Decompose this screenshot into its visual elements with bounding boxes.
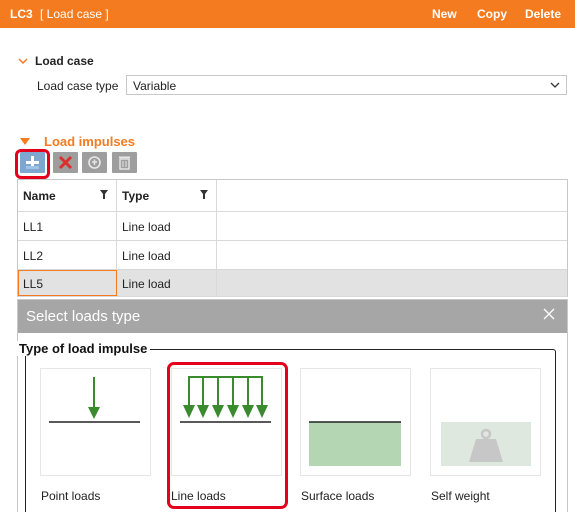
column-header-label: Name — [23, 189, 56, 203]
self-weight-label: Self weight — [431, 489, 490, 503]
table-row[interactable]: LL2 Line load — [18, 241, 567, 270]
new-button[interactable]: New — [432, 7, 457, 21]
dialog-title: Select loads type — [26, 308, 141, 325]
header-bar: LC3 [ Load case ] New Copy Delete — [0, 0, 575, 28]
surface-loads-option[interactable] — [300, 368, 411, 476]
column-header-type[interactable]: Type — [117, 180, 217, 211]
cell-text: Line load — [122, 277, 171, 291]
table-header-row: Name Type — [18, 180, 567, 212]
trash-icon — [119, 156, 130, 170]
load-case-id: LC3 — [10, 7, 33, 21]
load-case-title: Load case — [35, 54, 94, 68]
copy-impulse-button[interactable] — [82, 152, 107, 173]
cell-name: LL2 — [18, 241, 117, 269]
cell-type: Line load — [117, 212, 217, 240]
delete-impulse-button[interactable] — [112, 152, 137, 173]
chevron-down-icon — [18, 58, 28, 65]
cell-text: LL5 — [23, 277, 44, 291]
load-case-type-value: Variable — [133, 79, 177, 93]
copy-button[interactable]: Copy — [477, 7, 507, 21]
copy-icon — [88, 156, 101, 169]
filter-icon[interactable] — [200, 190, 208, 199]
add-button-highlight — [15, 149, 50, 179]
weight-icon — [441, 422, 531, 466]
cell-name: LL5 — [18, 270, 117, 296]
point-load-icon — [49, 377, 140, 423]
table-row-selected[interactable]: LL5 Line load — [18, 270, 567, 297]
load-impulses-title: Load impulses — [44, 134, 136, 149]
point-loads-label: Point loads — [41, 489, 101, 503]
dialog-title-bar: Select loads type — [18, 300, 567, 333]
load-impulses-table: Name Type LL1 Line load LL2 Line load LL… — [17, 179, 568, 297]
cell-type: Line load — [117, 270, 217, 296]
triangle-down-icon — [20, 137, 30, 145]
table-row[interactable]: LL1 Line load — [18, 212, 567, 241]
cell-text: Line load — [122, 220, 171, 234]
load-case-type-select[interactable]: Variable — [126, 75, 567, 95]
surface-load-icon — [309, 421, 401, 466]
cell-text: Line load — [122, 249, 171, 263]
delete-button[interactable]: Delete — [525, 7, 561, 21]
load-case-section-header[interactable]: Load case — [18, 54, 94, 68]
line-loads-highlight — [167, 362, 288, 509]
load-case-name: [ Load case ] — [40, 7, 109, 21]
cell-name: LL1 — [18, 212, 117, 240]
group-title: Type of load impulse — [16, 341, 151, 356]
close-icon[interactable] — [543, 308, 555, 320]
remove-icon — [58, 155, 73, 170]
cell-type: Line load — [117, 241, 217, 269]
point-loads-option[interactable] — [40, 368, 151, 476]
self-weight-option[interactable] — [430, 368, 541, 476]
filter-icon[interactable] — [100, 190, 108, 199]
cell-text: LL2 — [23, 249, 44, 263]
chevron-down-icon — [550, 82, 560, 88]
load-case-type-label: Load case type — [37, 79, 119, 93]
surface-loads-label: Surface loads — [301, 489, 375, 503]
load-impulses-section-header[interactable]: Load impulses — [20, 134, 135, 149]
cell-text: LL1 — [23, 220, 44, 234]
column-header-name[interactable]: Name — [18, 180, 117, 211]
remove-impulse-button[interactable] — [53, 152, 78, 173]
column-header-label: Type — [122, 189, 150, 203]
